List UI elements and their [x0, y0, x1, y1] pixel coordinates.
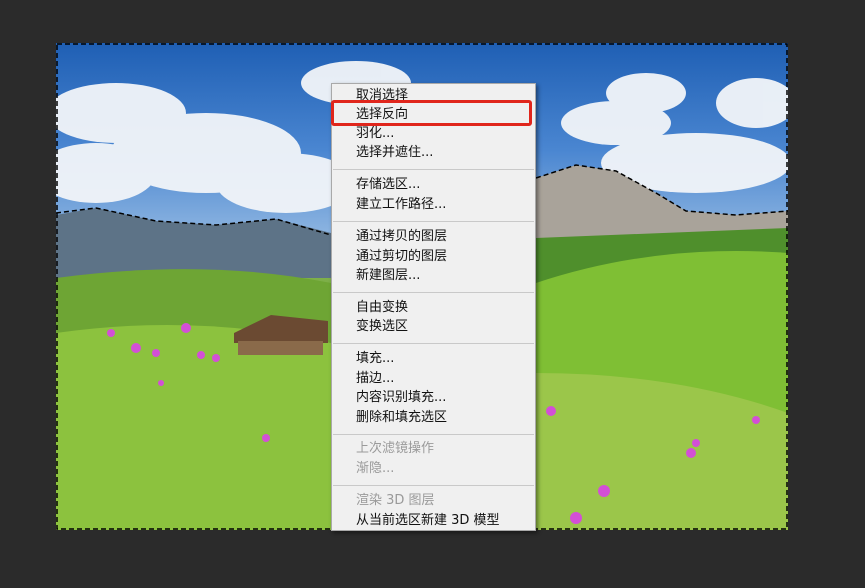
menu-separator — [333, 434, 534, 435]
mountains-left — [56, 208, 331, 278]
menu-item-free-transform[interactable]: 自由变换 — [356, 298, 408, 317]
menu-item-last-filter: 上次滤镜操作 — [356, 441, 435, 456]
menu-separator — [333, 343, 534, 344]
menu-separator — [333, 221, 534, 222]
menu-item-stroke[interactable]: 描边... — [356, 369, 394, 388]
menu-item-new-layer[interactable]: 新建图层... — [356, 266, 420, 285]
menu-item-layer-via-cut[interactable]: 通过剪切的图层 — [356, 247, 447, 266]
menu-item-deselect[interactable]: 取消选择 — [356, 86, 408, 105]
menu-item-transform-selection[interactable]: 变换选区 — [356, 317, 408, 336]
menu-item-select-and-mask[interactable]: 选择并遮住... — [356, 143, 433, 162]
menu-separator — [333, 485, 534, 486]
menu-item-render-3d-layer: 渲染 3D 图层 — [356, 493, 435, 508]
menu-item-new-3d-model[interactable]: 从当前选区新建 3D 模型 — [356, 511, 500, 530]
menu-item-select-inverse[interactable]: 选择反向 — [356, 105, 408, 124]
menu-item-make-work-path[interactable]: 建立工作路径... — [356, 195, 446, 214]
menu-item-save-selection[interactable]: 存储选区... — [356, 175, 420, 194]
menu-separator — [333, 169, 534, 170]
context-menu: 取消选择 选择反向 羽化... 选择并遮住... 存储选区... 建立工作路径.… — [331, 83, 536, 531]
meadow-foreground — [56, 325, 331, 530]
menu-item-content-aware-fill[interactable]: 内容识别填充... — [356, 388, 446, 407]
menu-item-fade: 渐隐... — [356, 461, 395, 476]
menu-separator — [333, 292, 534, 293]
menu-item-layer-via-copy[interactable]: 通过拷贝的图层 — [356, 227, 447, 246]
menu-item-feather[interactable]: 羽化... — [356, 124, 394, 143]
menu-item-delete-and-fill[interactable]: 删除和填充选区 — [356, 408, 447, 427]
menu-item-fill[interactable]: 填充... — [356, 349, 394, 368]
